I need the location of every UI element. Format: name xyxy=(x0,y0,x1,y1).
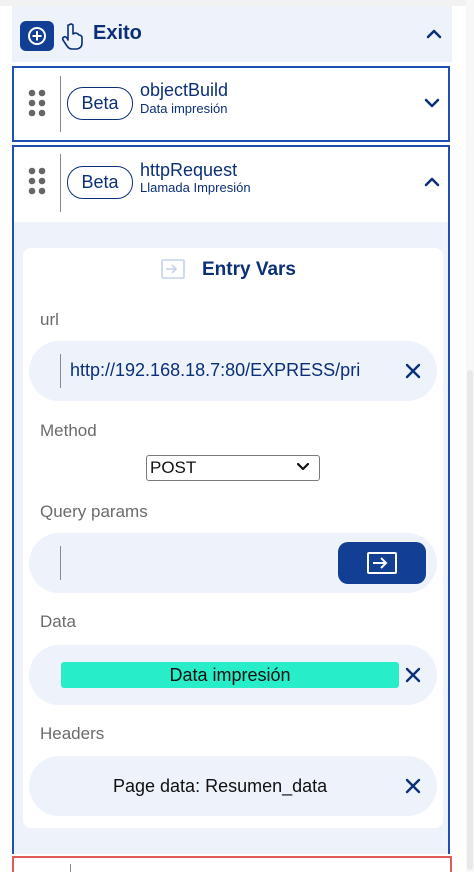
url-input[interactable]: http://192.168.18.7:80/EXPRESS/pri xyxy=(70,360,398,381)
chevron-down-icon[interactable] xyxy=(424,98,440,108)
card-title: objectBuild xyxy=(140,80,229,100)
headers-label: Headers xyxy=(40,724,105,743)
data-chip[interactable]: Data impresión xyxy=(61,662,399,688)
field-divider xyxy=(60,354,61,388)
next-step-card[interactable] xyxy=(12,856,452,872)
chevron-up-icon[interactable] xyxy=(424,177,440,187)
query-params-label: Query params xyxy=(40,502,148,521)
data-label: Data xyxy=(40,612,76,631)
enter-icon xyxy=(367,552,397,574)
card-title: httpRequest xyxy=(140,160,238,180)
field-divider xyxy=(60,546,61,580)
page-title: Exito xyxy=(93,22,142,44)
url-label: url xyxy=(40,310,59,329)
add-button[interactable]: + xyxy=(20,21,54,51)
card-divider xyxy=(70,864,71,872)
headers-value: Page data: Resumen_data xyxy=(113,776,328,796)
plus-circle-icon: + xyxy=(28,27,46,45)
drag-handle-icon[interactable] xyxy=(27,89,47,117)
dropdown-arrow-icon xyxy=(297,463,309,471)
close-icon[interactable] xyxy=(405,667,421,683)
query-params-input[interactable] xyxy=(66,550,326,576)
close-icon[interactable] xyxy=(405,778,421,794)
beta-badge: Beta xyxy=(67,166,133,199)
card-subtitle: Data impresión xyxy=(140,101,228,116)
chevron-up-icon[interactable] xyxy=(426,29,442,39)
method-label: Method xyxy=(40,421,97,440)
hand-pointer-icon xyxy=(61,23,83,50)
drag-handle-icon[interactable] xyxy=(27,167,47,195)
scrollbar-thumb[interactable] xyxy=(467,370,473,870)
card-divider xyxy=(60,154,61,212)
entry-vars-title: Entry Vars xyxy=(202,259,296,280)
card-divider xyxy=(60,76,61,132)
close-icon[interactable] xyxy=(405,363,421,379)
method-selected: POST xyxy=(150,458,197,477)
enter-icon xyxy=(161,259,185,279)
beta-badge: Beta xyxy=(67,87,133,120)
query-params-add-button[interactable] xyxy=(338,542,426,584)
card-subtitle: Llamada Impresión xyxy=(140,180,251,195)
